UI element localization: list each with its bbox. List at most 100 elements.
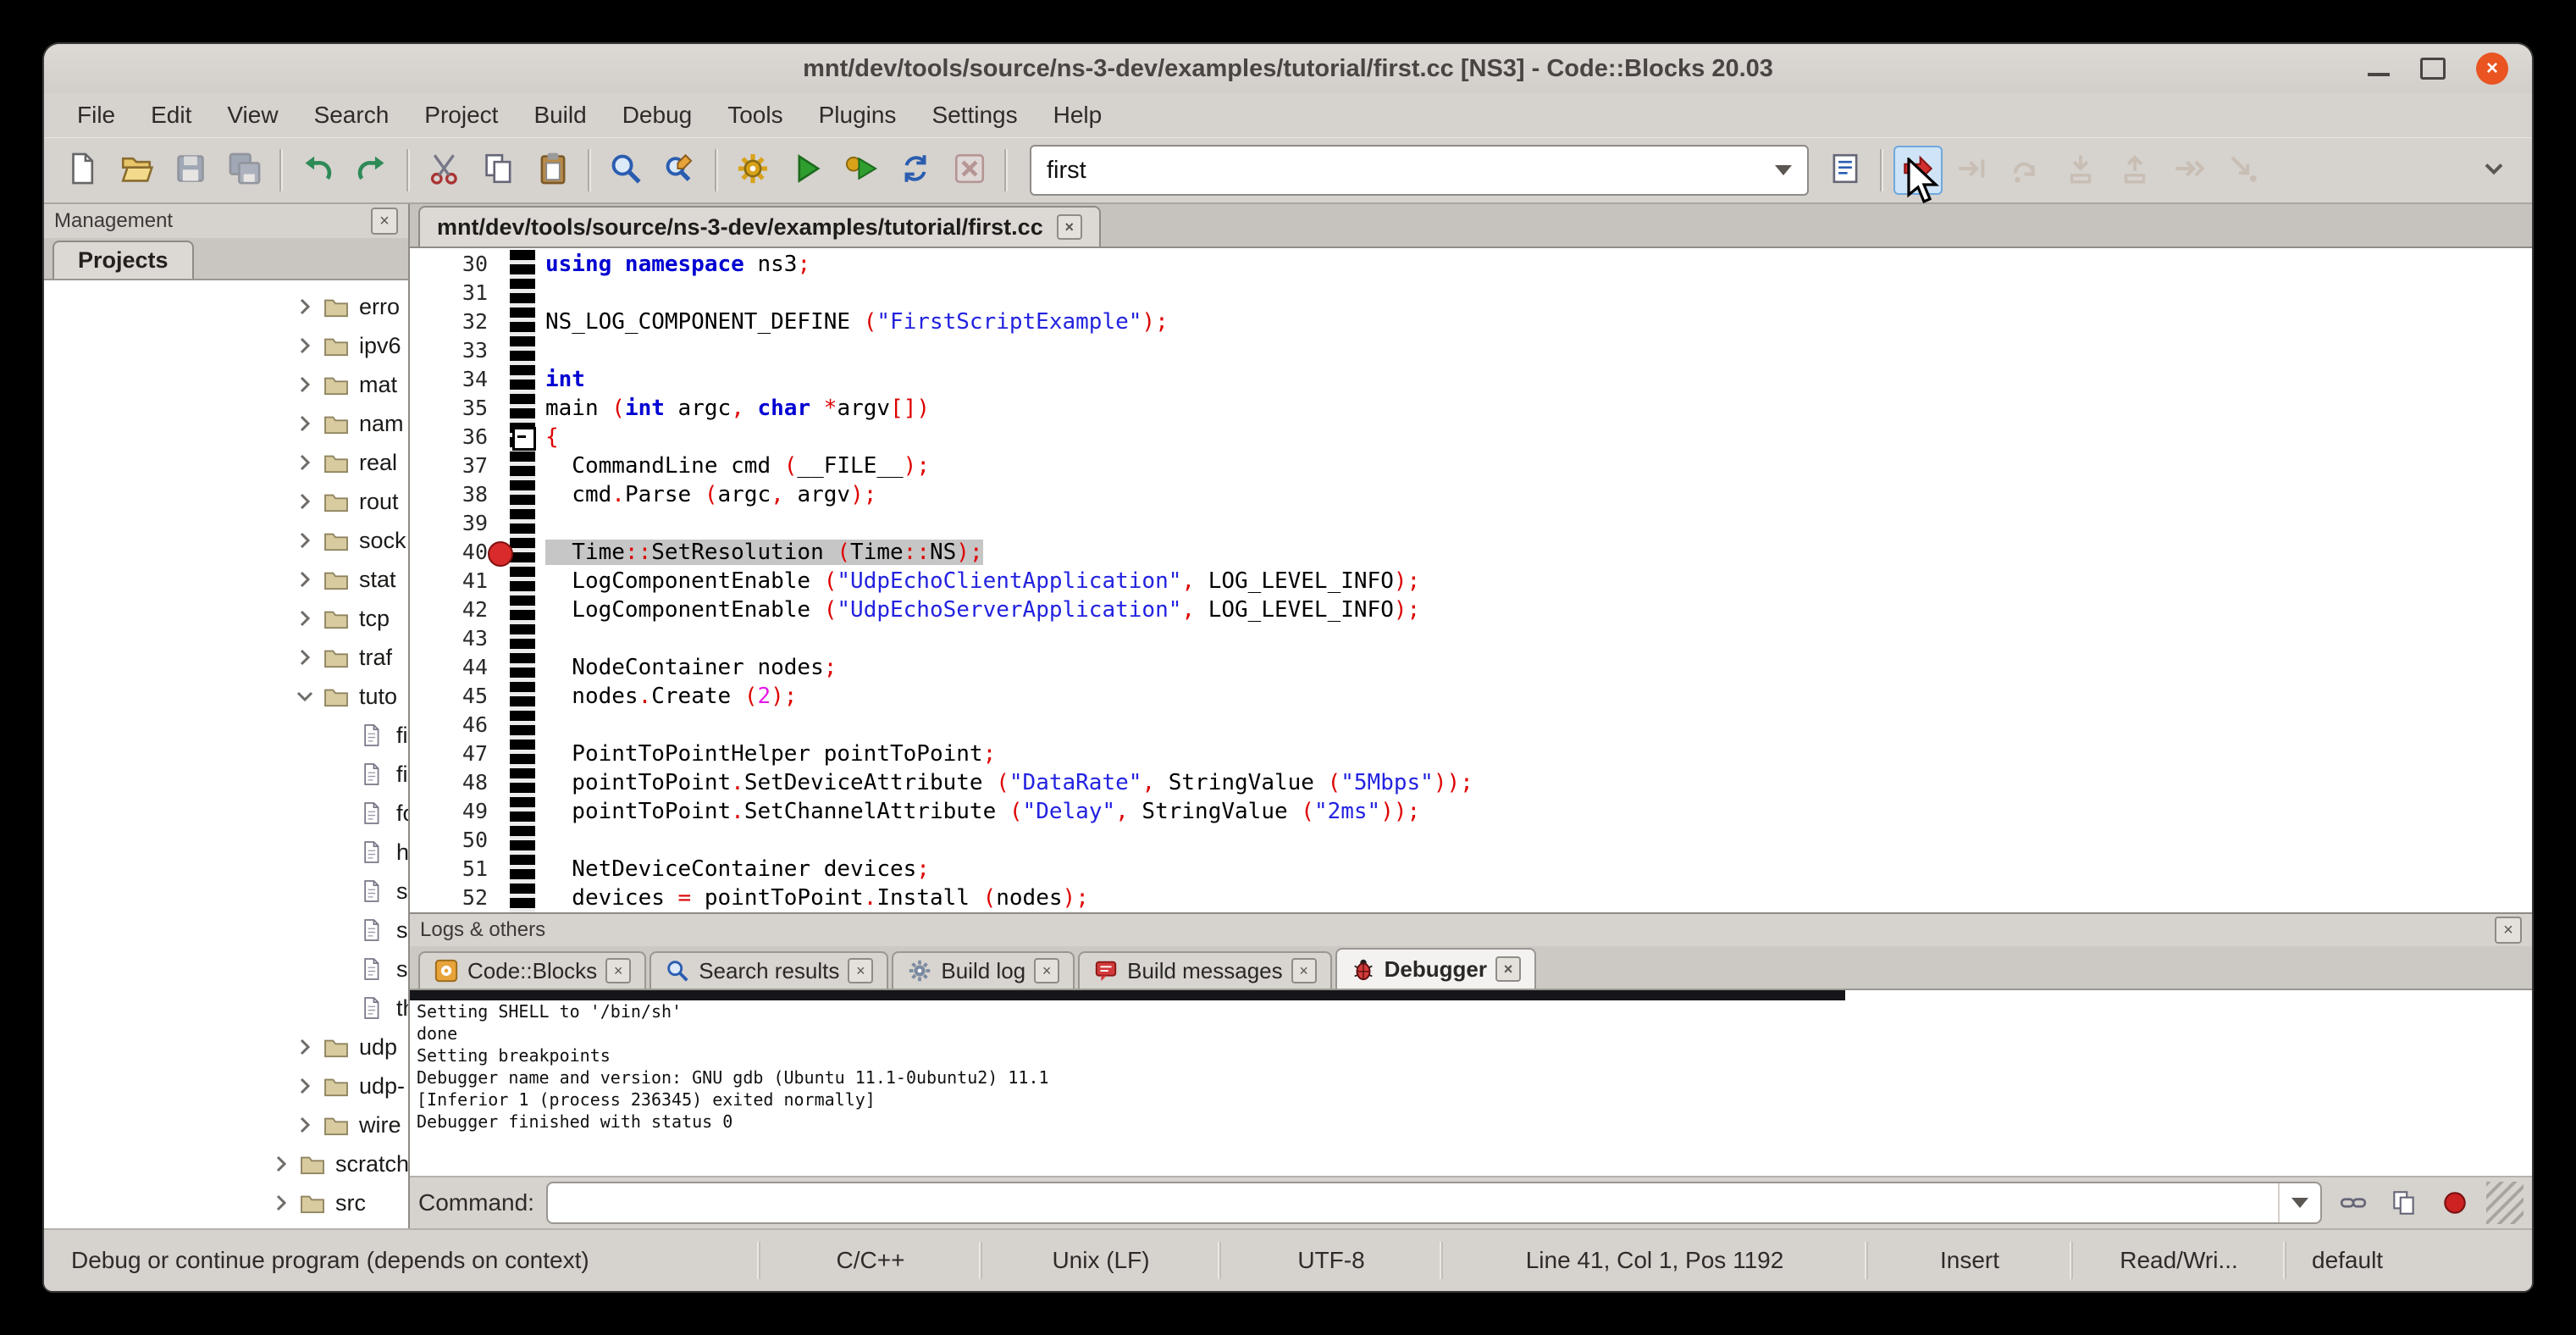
line-number[interactable]: 48: [410, 768, 510, 797]
line-number[interactable]: 34: [410, 365, 510, 394]
chevron-right-icon[interactable]: [295, 529, 317, 551]
command-dropdown-button[interactable]: [2278, 1183, 2320, 1222]
line-number[interactable]: 39: [410, 509, 510, 538]
step-into-button[interactable]: [2056, 146, 2105, 195]
find-button[interactable]: [601, 146, 650, 195]
tree-item-sock[interactable]: sock: [44, 521, 408, 560]
breakpoint-icon[interactable]: [488, 541, 513, 567]
copy-button[interactable]: [474, 146, 523, 195]
fold-margin[interactable]: [510, 653, 535, 682]
code-line-33[interactable]: 33: [410, 336, 2532, 365]
run-to-cursor-button[interactable]: [1948, 146, 1997, 195]
code-text[interactable]: [535, 826, 2532, 855]
close-icon[interactable]: ×: [2476, 53, 2508, 85]
menu-item-plugins[interactable]: Plugins: [801, 97, 915, 134]
fold-margin[interactable]: [510, 538, 535, 567]
minimize-icon[interactable]: [2368, 73, 2390, 76]
code-text[interactable]: PointToPointHelper pointToPoint;: [535, 740, 2532, 768]
code-text[interactable]: NS_LOG_COMPONENT_DEFINE ("FirstScriptExa…: [535, 307, 2532, 336]
fold-margin[interactable]: [510, 365, 535, 394]
build-and-run-button[interactable]: [837, 146, 886, 195]
code-line-38[interactable]: 38 cmd.Parse (argc, argv);: [410, 480, 2532, 509]
menu-item-build[interactable]: Build: [516, 97, 604, 134]
menu-item-settings[interactable]: Settings: [914, 97, 1035, 134]
titlebar[interactable]: mnt/dev/tools/source/ns-3-dev/examples/t…: [44, 44, 2532, 93]
fold-margin[interactable]: [510, 451, 535, 480]
fold-margin[interactable]: [510, 250, 535, 279]
fold-margin[interactable]: [510, 855, 535, 884]
code-text[interactable]: Time::SetResolution (Time::NS);: [535, 538, 2532, 567]
rebuild-button[interactable]: [891, 146, 940, 195]
fold-margin[interactable]: [510, 307, 535, 336]
tree-item-stat[interactable]: stat: [44, 560, 408, 599]
line-number[interactable]: 38: [410, 480, 510, 509]
chevron-right-icon[interactable]: [295, 568, 317, 590]
fold-margin[interactable]: [510, 423, 535, 451]
line-number[interactable]: 43: [410, 624, 510, 653]
chevron-right-icon[interactable]: [295, 374, 317, 396]
close-tab-icon[interactable]: ×: [848, 958, 873, 983]
code-text[interactable]: main (int argc, char *argv[]): [535, 394, 2532, 423]
chevron-right-icon[interactable]: [295, 490, 317, 512]
line-number[interactable]: 32: [410, 307, 510, 336]
chevron-right-icon[interactable]: [295, 1075, 317, 1097]
fold-margin[interactable]: [510, 279, 535, 307]
debugger-log[interactable]: Setting SHELL to '/bin/sh'doneSetting br…: [410, 990, 2532, 1176]
code-text[interactable]: {: [535, 423, 2532, 451]
tree-item-src[interactable]: src: [44, 1183, 408, 1222]
fold-margin[interactable]: [510, 509, 535, 538]
code-line-46[interactable]: 46: [410, 711, 2532, 740]
line-number[interactable]: 31: [410, 279, 510, 307]
tree-item-rout[interactable]: rout: [44, 482, 408, 521]
code-text[interactable]: NetDeviceContainer devices;: [535, 855, 2532, 884]
close-tab-icon[interactable]: ×: [1034, 958, 1059, 983]
tree-item-se[interactable]: se: [44, 911, 408, 950]
line-number[interactable]: 46: [410, 711, 510, 740]
code-text[interactable]: [535, 279, 2532, 307]
copy-log-button[interactable]: [2385, 1183, 2424, 1222]
code-text[interactable]: [535, 509, 2532, 538]
line-number[interactable]: 30: [410, 250, 510, 279]
chevron-right-icon[interactable]: [295, 646, 317, 668]
code-line-48[interactable]: 48 pointToPoint.SetDeviceAttribute ("Dat…: [410, 768, 2532, 797]
close-tab-icon[interactable]: ×: [1057, 214, 1082, 240]
chevron-right-icon[interactable]: [295, 413, 317, 435]
save-button[interactable]: [166, 146, 215, 195]
code-text[interactable]: int: [535, 365, 2532, 394]
fold-marker-icon[interactable]: [512, 427, 536, 451]
code-text[interactable]: [535, 624, 2532, 653]
code-line-39[interactable]: 39: [410, 509, 2532, 538]
menu-item-debug[interactable]: Debug: [605, 97, 710, 134]
tree-item-erro[interactable]: erro: [44, 287, 408, 326]
line-number[interactable]: 47: [410, 740, 510, 768]
step-out-button[interactable]: [2110, 146, 2159, 195]
next-instruction-button[interactable]: [2164, 146, 2214, 195]
fold-margin[interactable]: [510, 480, 535, 509]
menu-item-tools[interactable]: Tools: [710, 97, 800, 134]
fold-margin[interactable]: [510, 595, 535, 624]
tree-item-se[interactable]: se: [44, 872, 408, 911]
menu-item-file[interactable]: File: [59, 97, 133, 134]
tree-item-tuto[interactable]: tuto: [44, 677, 408, 716]
open-file-button[interactable]: [112, 146, 161, 195]
fold-margin[interactable]: [510, 768, 535, 797]
fold-margin[interactable]: [510, 740, 535, 768]
code-text[interactable]: CommandLine cmd (__FILE__);: [535, 451, 2532, 480]
tab-projects[interactable]: Projects: [53, 241, 194, 279]
stop-debugger-button[interactable]: [2435, 1183, 2474, 1222]
paste-button[interactable]: [528, 146, 578, 195]
code-line-35[interactable]: 35 main (int argc, char *argv[]): [410, 394, 2532, 423]
script-button[interactable]: [1821, 146, 1870, 195]
fold-margin[interactable]: [510, 624, 535, 653]
undo-button[interactable]: [293, 146, 342, 195]
code-line-45[interactable]: 45 nodes.Create (2);: [410, 682, 2532, 711]
save-all-button[interactable]: [220, 146, 269, 195]
line-number[interactable]: 52: [410, 884, 510, 912]
fold-margin[interactable]: [510, 884, 535, 912]
tree-item-real[interactable]: real: [44, 443, 408, 482]
command-input[interactable]: [546, 1182, 2322, 1224]
tree-item-fir[interactable]: fir: [44, 755, 408, 794]
cut-button[interactable]: [420, 146, 469, 195]
close-logs-icon[interactable]: ×: [2495, 917, 2522, 944]
close-tab-icon[interactable]: ×: [1291, 958, 1317, 983]
